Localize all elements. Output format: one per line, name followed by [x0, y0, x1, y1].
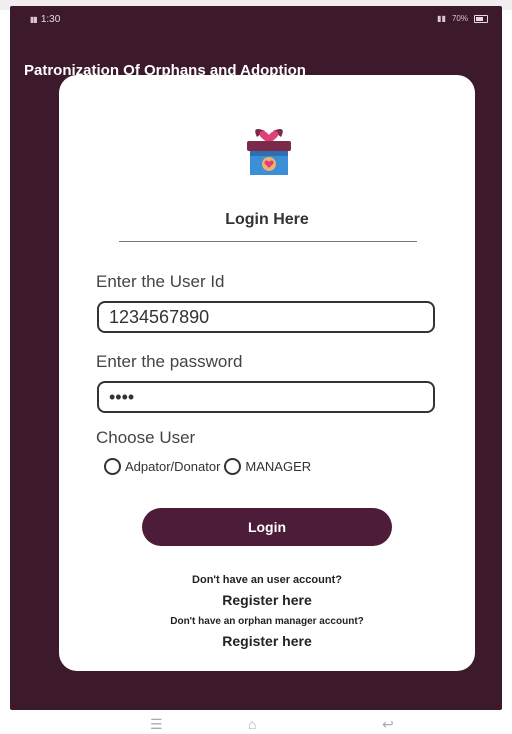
status-right: ▮▮ 70% [437, 14, 488, 23]
login-card: Login Here Enter the User Id Enter the p… [59, 75, 475, 671]
choose-user-label: Choose User [96, 428, 196, 447]
battery-icon [474, 14, 488, 23]
password-input[interactable] [97, 381, 435, 413]
login-heading: Login Here [225, 211, 309, 228]
signal-icon: ▮▮ [30, 15, 38, 24]
no-manager-account-text: Don't have an orphan manager account? [170, 616, 364, 627]
wifi-icon: ▮▮ [437, 14, 446, 23]
password-label: Enter the password [96, 352, 243, 371]
radio-adopter-label[interactable]: Adpator/Donator [125, 459, 220, 474]
user-id-label: Enter the User Id [96, 272, 225, 291]
radio-manager-label[interactable]: MANAGER [245, 459, 311, 474]
app-screen: ▮▮ 1:30 ▮▮ 70% Patronization Of Orphans … [10, 6, 502, 710]
status-bar: ▮▮ 1:30 ▮▮ 70% [10, 6, 502, 30]
radio-manager[interactable]: MANAGER [224, 458, 311, 475]
user-id-input[interactable] [97, 301, 435, 333]
login-button[interactable]: Login [142, 508, 392, 546]
home-icon[interactable]: ⌂ [248, 716, 256, 732]
register-manager-link[interactable]: Register here [59, 633, 475, 649]
battery-percent: 70% [451, 14, 468, 23]
back-icon[interactable]: ↩ [382, 716, 394, 733]
status-time: 1:30 [40, 14, 61, 25]
user-type-radio-group: Adpator/Donator MANAGER [104, 458, 315, 475]
radio-circle-icon[interactable] [104, 458, 121, 475]
menu-icon[interactable]: ☰ [150, 716, 163, 733]
status-left: ▮▮ 1:30 [30, 14, 60, 25]
heading-divider [119, 241, 417, 242]
radio-adopter-donator[interactable]: Adpator/Donator [104, 458, 220, 475]
system-nav-bar: ☰ ⌂ ↩ [0, 710, 512, 734]
gift-box-heart-icon [247, 129, 291, 175]
register-user-link[interactable]: Register here [59, 592, 475, 608]
no-user-account-text: Don't have an user account? [192, 574, 342, 586]
radio-circle-icon[interactable] [224, 458, 242, 475]
